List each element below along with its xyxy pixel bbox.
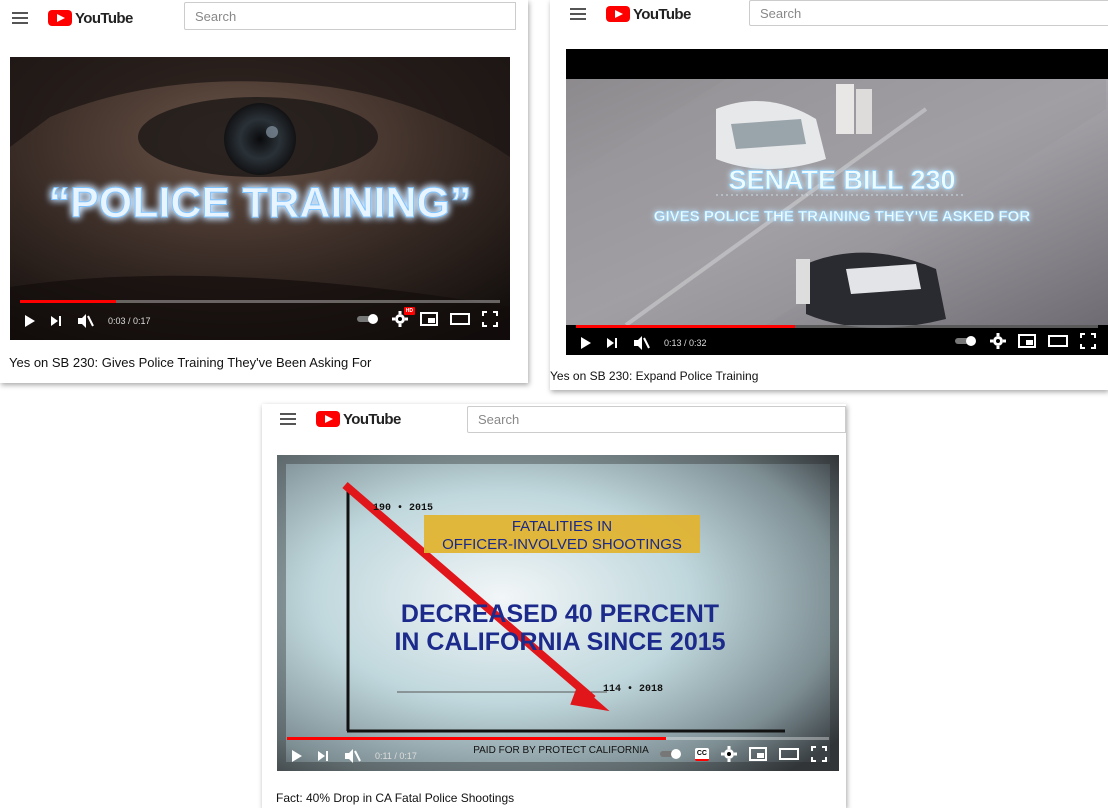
masthead: YouTube Search bbox=[262, 404, 846, 434]
menu-icon[interactable] bbox=[280, 413, 296, 425]
banner-line2: OFFICER-INVOLVED SHOOTINGS bbox=[442, 536, 682, 553]
graph-start-label: 190 • 2015 bbox=[373, 503, 433, 514]
play-icon[interactable] bbox=[24, 314, 36, 328]
progress-fill bbox=[576, 325, 796, 328]
theater-mode-icon[interactable] bbox=[450, 312, 470, 326]
youtube-play-icon bbox=[606, 6, 630, 22]
video-player[interactable]: 190 • 2015 114 • 2018 FATALITIES IN OFFI… bbox=[277, 455, 839, 771]
captions-button[interactable]: CC bbox=[694, 747, 709, 761]
mute-icon[interactable] bbox=[632, 335, 650, 351]
hd-badge: HD bbox=[403, 307, 415, 315]
video-frame: SENATE BILL 230 GIVES POLICE THE TRAININ… bbox=[566, 49, 1108, 328]
progress-bar[interactable] bbox=[287, 737, 829, 740]
miniplayer-icon[interactable] bbox=[749, 747, 767, 761]
player-controls: 0:13 / 0:32 bbox=[566, 325, 1108, 355]
theater-mode-icon[interactable] bbox=[779, 747, 799, 761]
video-caption-line2: GIVES POLICE THE TRAINING THEY'VE ASKED … bbox=[654, 208, 1031, 225]
miniplayer-icon[interactable] bbox=[420, 312, 438, 326]
video-frame: “POLICE TRAINING” bbox=[10, 57, 510, 340]
banner-line1: FATALITIES IN bbox=[512, 518, 612, 535]
youtube-play-icon bbox=[48, 10, 72, 26]
time-display: 0:03 / 0:17 bbox=[108, 316, 151, 326]
settings-icon[interactable] bbox=[721, 746, 737, 762]
search-input[interactable]: Search bbox=[184, 2, 516, 30]
search-input[interactable]: Search bbox=[749, 0, 1108, 26]
video-card-2: YouTube Search SENATE BILL 230 GIVES POL… bbox=[550, 0, 1108, 390]
next-icon[interactable] bbox=[317, 750, 329, 762]
progress-fill bbox=[20, 300, 116, 303]
youtube-logo[interactable]: YouTube bbox=[48, 10, 133, 27]
play-icon[interactable] bbox=[291, 749, 303, 763]
mute-icon[interactable] bbox=[343, 748, 361, 764]
headline-line1: DECREASED 40 PERCENT bbox=[401, 600, 719, 628]
video-card-3: YouTube Search 190 • 2015 114 • 2018 FAT… bbox=[262, 404, 846, 808]
fullscreen-icon[interactable] bbox=[482, 311, 498, 327]
video-caption: “POLICE TRAINING” bbox=[49, 179, 472, 227]
video-title[interactable]: Fact: 40% Drop in CA Fatal Police Shooti… bbox=[276, 791, 514, 805]
youtube-logo[interactable]: YouTube bbox=[606, 6, 691, 23]
miniplayer-icon[interactable] bbox=[1018, 334, 1036, 348]
next-icon[interactable] bbox=[606, 337, 618, 349]
time-display: 0:11 / 0:17 bbox=[375, 751, 417, 761]
video-caption-line1: SENATE BILL 230 bbox=[728, 165, 955, 195]
fullscreen-icon[interactable] bbox=[811, 746, 827, 762]
autoplay-toggle[interactable] bbox=[954, 335, 978, 347]
progress-bar[interactable] bbox=[576, 325, 1098, 328]
video-title[interactable]: Yes on SB 230: Expand Police Training bbox=[550, 369, 758, 383]
autoplay-toggle[interactable] bbox=[659, 748, 683, 760]
player-controls: 0:11 / 0:17 CC bbox=[277, 737, 839, 771]
youtube-logo[interactable]: YouTube bbox=[316, 411, 401, 428]
masthead: YouTube Search bbox=[0, 0, 528, 36]
player-controls: 0:03 / 0:17 HD bbox=[10, 300, 510, 340]
time-display: 0:13 / 0:32 bbox=[664, 338, 707, 348]
settings-icon[interactable] bbox=[990, 333, 1006, 349]
mute-icon[interactable] bbox=[76, 313, 94, 329]
graph-end-label: 114 • 2018 bbox=[603, 684, 663, 695]
theater-mode-icon[interactable] bbox=[1048, 334, 1068, 348]
progress-bar[interactable] bbox=[20, 300, 500, 303]
menu-icon[interactable] bbox=[12, 12, 28, 24]
progress-fill bbox=[287, 737, 667, 740]
headline-line2: IN CALIFORNIA SINCE 2015 bbox=[394, 628, 725, 656]
youtube-play-icon bbox=[316, 411, 340, 427]
masthead: YouTube Search bbox=[550, 0, 1108, 28]
search-input[interactable]: Search bbox=[467, 406, 846, 433]
video-card-1: YouTube Search “POLICE TRAINING” 0:03 / … bbox=[0, 0, 528, 383]
video-frame: 190 • 2015 114 • 2018 FATALITIES IN OFFI… bbox=[277, 455, 839, 771]
autoplay-toggle[interactable] bbox=[356, 313, 380, 325]
menu-icon[interactable] bbox=[570, 8, 586, 20]
video-title[interactable]: Yes on SB 230: Gives Police Training The… bbox=[9, 355, 371, 370]
video-player[interactable]: “POLICE TRAINING” 0:03 / 0:17 HD bbox=[10, 57, 510, 340]
fullscreen-icon[interactable] bbox=[1080, 333, 1096, 349]
cc-label: CC bbox=[694, 747, 709, 761]
next-icon[interactable] bbox=[50, 315, 62, 327]
settings-icon[interactable]: HD bbox=[392, 307, 415, 327]
play-icon[interactable] bbox=[580, 336, 592, 350]
video-player[interactable]: SENATE BILL 230 GIVES POLICE THE TRAININ… bbox=[566, 49, 1108, 355]
